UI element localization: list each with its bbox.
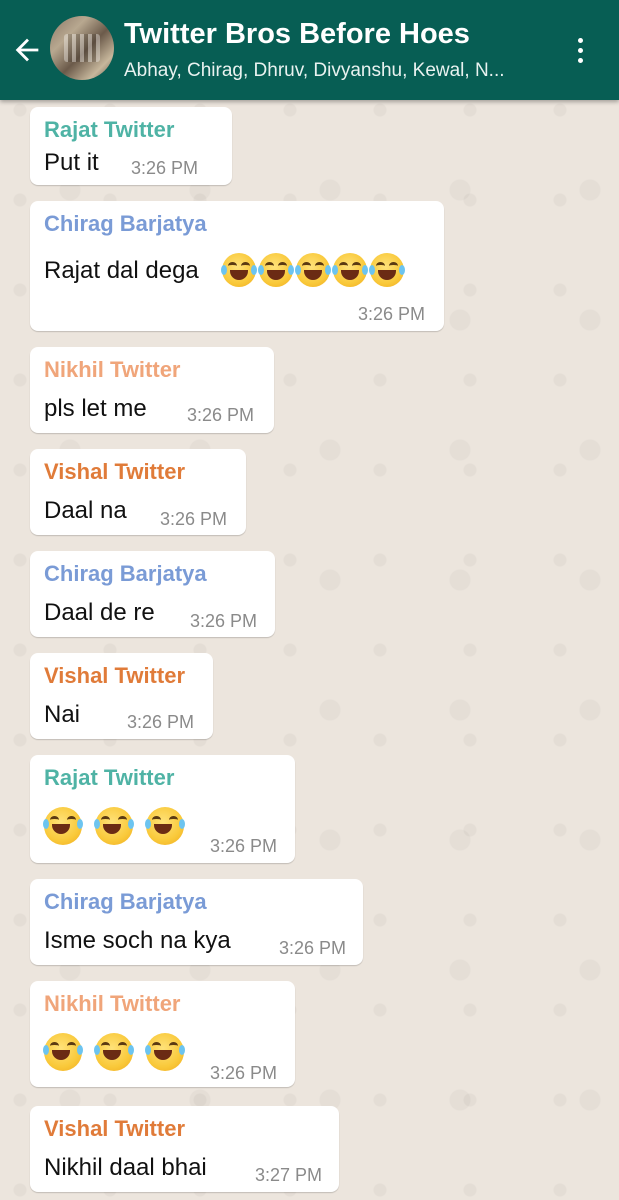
group-avatar[interactable] <box>50 16 114 80</box>
message-text: Nai <box>44 701 81 728</box>
message-time: 3:26 PM <box>187 405 255 425</box>
tears-of-joy-emoji-icon <box>258 253 294 287</box>
chat-header[interactable]: Twitter Bros Before Hoes Abhay, Chirag, … <box>0 0 619 100</box>
message-time: 3:26 PM <box>127 712 195 732</box>
tears-of-joy-emoji-icon <box>94 1033 134 1071</box>
message-text: Nikhil daal bhai <box>44 1154 207 1181</box>
message-time: 3:26 PM <box>210 836 278 856</box>
message-sender: Rajat Twitter <box>44 765 175 790</box>
emoji-row <box>221 253 405 287</box>
message-text: Daal de re <box>44 599 155 626</box>
message-time: 3:26 PM <box>190 611 258 631</box>
emoji-row <box>43 1033 185 1071</box>
message-text: pls let me <box>44 395 147 422</box>
tears-of-joy-emoji-icon <box>369 253 405 287</box>
message-sender: Vishal Twitter <box>44 1116 186 1141</box>
tears-of-joy-emoji-icon <box>43 807 83 845</box>
message-sender: Nikhil Twitter <box>44 357 181 382</box>
chat-subtitle[interactable]: Abhay, Chirag, Dhruv, Divyanshu, Kewal, … <box>124 60 554 82</box>
message-sender: Chirag Barjatya <box>44 561 207 586</box>
message-bubble[interactable]: Rajat Twitter 3:26 PM <box>30 755 295 863</box>
message-sender: Rajat Twitter <box>44 117 175 142</box>
message-text: Put it <box>44 149 99 176</box>
message-bubble[interactable]: Chirag Barjatya Daal de re 3:26 PM <box>30 551 275 637</box>
more-vert-icon[interactable] <box>570 34 590 74</box>
tears-of-joy-emoji-icon <box>295 253 331 287</box>
message-time: 3:26 PM <box>279 938 347 958</box>
tears-of-joy-emoji-icon <box>145 807 185 845</box>
message-time: 3:26 PM <box>131 158 199 178</box>
message-bubble[interactable]: Rajat Twitter Put it 3:26 PM <box>30 107 232 185</box>
message-bubble[interactable]: Nikhil Twitter pls let me 3:26 PM <box>30 347 274 433</box>
message-time: 3:26 PM <box>160 509 228 529</box>
message-bubble[interactable]: Vishal Twitter Daal na 3:26 PM <box>30 449 246 535</box>
message-bubble[interactable]: Vishal Twitter Nai 3:26 PM <box>30 653 213 739</box>
tears-of-joy-emoji-icon <box>43 1033 83 1071</box>
message-text: Isme soch na kya <box>44 927 231 954</box>
message-sender: Vishal Twitter <box>44 459 186 484</box>
message-sender: Vishal Twitter <box>44 663 186 688</box>
tears-of-joy-emoji-icon <box>221 253 257 287</box>
emoji-row <box>43 807 185 845</box>
message-time: 3:27 PM <box>255 1165 323 1185</box>
message-text: Daal na <box>44 497 127 524</box>
message-text: Rajat dal dega <box>44 257 199 284</box>
message-sender: Chirag Barjatya <box>44 211 207 236</box>
tears-of-joy-emoji-icon <box>94 807 134 845</box>
message-time: 3:26 PM <box>210 1063 278 1083</box>
tears-of-joy-emoji-icon <box>145 1033 185 1071</box>
arrow-left-icon[interactable] <box>10 33 44 67</box>
message-bubble[interactable]: Nikhil Twitter 3:26 PM <box>30 981 295 1087</box>
message-sender: Chirag Barjatya <box>44 889 207 914</box>
tears-of-joy-emoji-icon <box>332 253 368 287</box>
message-bubble[interactable]: Chirag Barjatya Isme soch na kya 3:26 PM <box>30 879 363 965</box>
message-sender: Nikhil Twitter <box>44 991 181 1016</box>
chat-title[interactable]: Twitter Bros Before Hoes <box>124 18 470 51</box>
message-time: 3:26 PM <box>358 304 426 324</box>
message-bubble[interactable]: Chirag Barjatya Rajat dal dega 3:26 PM <box>30 201 444 331</box>
message-bubble[interactable]: Vishal Twitter Nikhil daal bhai 3:27 PM <box>30 1106 339 1192</box>
